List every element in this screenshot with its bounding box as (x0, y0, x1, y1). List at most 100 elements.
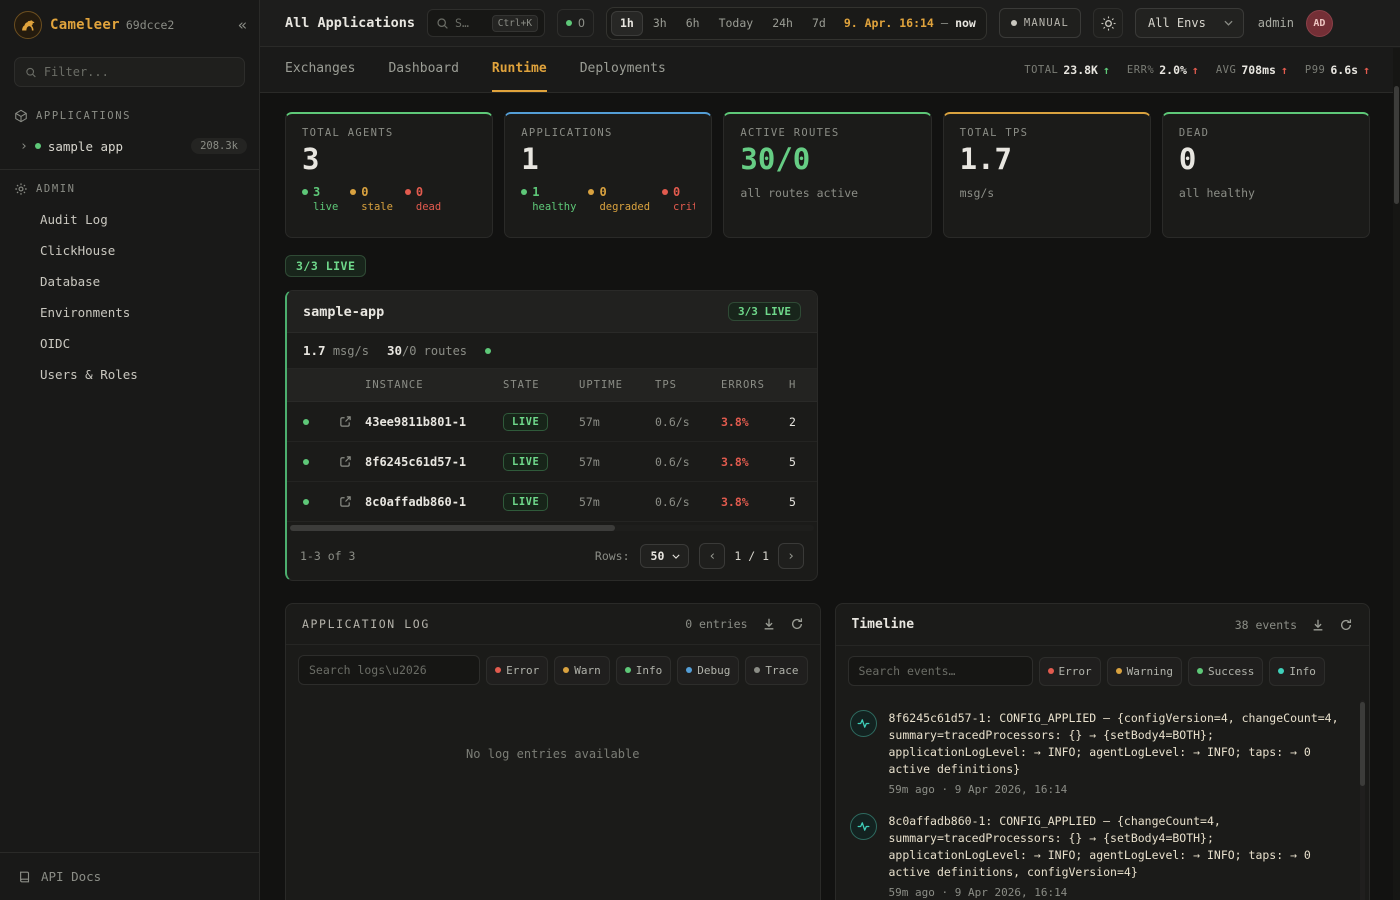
refresh-mode-manual-button[interactable]: MANUAL (999, 8, 1081, 38)
refresh-icon[interactable] (1339, 618, 1353, 632)
sidebar-item-clickhouse[interactable]: ClickHouse (0, 235, 259, 266)
timeline-events-count: 38 events (1235, 618, 1297, 632)
log-search-input[interactable] (298, 655, 480, 685)
range-1h[interactable]: 1h (611, 11, 643, 36)
log-filter-debug[interactable]: Debug (677, 656, 739, 685)
applications-cube-icon (14, 109, 28, 123)
metric-avg: AVG 708ms ↑ (1216, 63, 1288, 77)
log-empty-state: No log entries available (286, 695, 820, 900)
sidebar-item-sample-app[interactable]: › sample app 208.3k (0, 131, 259, 161)
sidebar-filter-field[interactable] (44, 65, 234, 79)
apps-critical-stat: 0 criti (662, 185, 695, 215)
applications-section-header: APPLICATIONS (0, 99, 259, 131)
log-filter-info[interactable]: Info (616, 656, 672, 685)
application-log-panel: APPLICATION LOG 0 entries (285, 603, 821, 900)
timeline-event[interactable]: 8f6245c61d57-1: CONFIG_APPLIED — {config… (850, 710, 1344, 796)
download-icon[interactable] (762, 617, 776, 631)
sidebar-item-audit-log[interactable]: Audit Log (0, 204, 259, 235)
range-separator: — (941, 16, 948, 30)
sidebar-item-oidc[interactable]: OIDC (0, 328, 259, 359)
tab-exchanges[interactable]: Exchanges (285, 47, 355, 92)
range-end-now[interactable]: now (955, 16, 976, 30)
next-page-button[interactable]: › (778, 543, 804, 569)
range-7d[interactable]: 7d (803, 11, 835, 36)
app-live-badge: 3/3 LIVE (728, 302, 801, 321)
download-icon[interactable] (1311, 618, 1325, 632)
range-start-datetime[interactable]: 9. Apr. 16:14 (844, 16, 934, 30)
sidebar-collapse-button[interactable]: « (238, 16, 247, 34)
tab-dashboard[interactable]: Dashboard (388, 47, 458, 92)
log-controls: Error Warn Info Debug Trace (286, 645, 820, 695)
refresh-icon[interactable] (790, 617, 804, 631)
instance-row[interactable]: 8f6245c61d57-1 LIVE 57m 0.6/s 3.8% 5 (287, 442, 817, 482)
online-status-chip[interactable]: O (557, 9, 594, 37)
user-avatar[interactable]: AD (1306, 10, 1333, 37)
sidebar-item-environments[interactable]: Environments (0, 297, 259, 328)
range-today[interactable]: Today (710, 11, 763, 36)
rows-per-page-label: Rows: (595, 549, 630, 563)
timeline-filter-info[interactable]: Info (1269, 657, 1325, 686)
sidebar-filter-input[interactable] (14, 57, 245, 87)
agents-stale-stat: 0 stale (350, 185, 393, 215)
rows-per-page-select[interactable]: 50 (640, 544, 690, 568)
time-range-picker: 1h 3h 6h Today 24h 7d 9. Apr. 16:14 — no… (606, 7, 987, 40)
log-filter-warn[interactable]: Warn (554, 656, 610, 685)
trend-up-icon: ↑ (1103, 63, 1110, 77)
tab-runtime[interactable]: Runtime (492, 47, 547, 92)
message-count-badge: 208.3k (191, 138, 247, 154)
global-search[interactable]: Ctrl+K (427, 9, 545, 37)
prev-page-button[interactable]: ‹ (699, 543, 725, 569)
timeline-filter-error[interactable]: Error (1039, 657, 1101, 686)
theme-toggle-button[interactable] (1093, 8, 1123, 38)
sidebar: Cameleer 69dcce2 « APPLICATIONS › sample… (0, 0, 260, 900)
timeline-panel: Timeline 38 events (835, 603, 1371, 900)
log-filter-error[interactable]: Error (486, 656, 548, 685)
timeline-search-input[interactable] (848, 656, 1033, 686)
scrollbar-thumb[interactable] (1360, 702, 1365, 786)
bottom-panels: APPLICATION LOG 0 entries (285, 603, 1370, 900)
range-6h[interactable]: 6h (677, 11, 709, 36)
trend-up-icon: ↑ (1281, 63, 1288, 77)
external-link-icon[interactable] (325, 455, 365, 468)
log-entries-count: 0 entries (685, 617, 747, 631)
topbar: All Applications Ctrl+K O 1h 3h 6h Today… (260, 0, 1400, 47)
tab-deployments[interactable]: Deployments (580, 47, 666, 92)
range-24h[interactable]: 24h (763, 11, 802, 36)
timeline-scrollbar[interactable] (1360, 700, 1365, 900)
admin-nav: Audit Log ClickHouse Database Environmen… (0, 204, 259, 390)
timeline-filter-warning[interactable]: Warning (1107, 657, 1182, 686)
log-filter-trace[interactable]: Trace (745, 656, 807, 685)
sidebar-divider (0, 169, 259, 170)
external-link-icon[interactable] (325, 495, 365, 508)
manual-label: MANUAL (1024, 17, 1069, 29)
scrollbar-thumb[interactable] (1394, 86, 1399, 204)
instance-status-dot (303, 499, 309, 505)
sidebar-item-users-roles[interactable]: Users & Roles (0, 359, 259, 390)
sidebar-app-label: sample app (48, 139, 123, 154)
gear-icon (14, 182, 28, 196)
page-scrollbar[interactable] (1393, 48, 1400, 900)
sidebar-filter (0, 49, 259, 99)
global-search-input[interactable] (455, 16, 486, 30)
sidebar-item-database[interactable]: Database (0, 266, 259, 297)
app-name: sample-app (303, 304, 384, 320)
sidebar-item-api-docs[interactable]: API Docs (14, 863, 245, 890)
horizontal-scrollbar[interactable] (290, 525, 814, 531)
scrollbar-thumb[interactable] (290, 525, 615, 531)
event-timestamp: 59m ago · 9 Apr 2026, 16:14 (889, 886, 1344, 899)
timeline-event[interactable]: 8c0affadb860-1: CONFIG_APPLIED — {change… (850, 813, 1344, 899)
app-card-header: sample-app 3/3 LIVE (287, 291, 817, 333)
range-3h[interactable]: 3h (644, 11, 676, 36)
metric-err: ERR% 2.0% ↑ (1127, 63, 1199, 77)
stat-card-active-routes: ACTIVE ROUTES 30/0 all routes active (723, 112, 931, 238)
stat-card-total-agents: TOTAL AGENTS 3 3 live 0 stale (285, 112, 493, 238)
agents-dead-stat: 0 dead (405, 185, 441, 215)
environments-dropdown[interactable]: All Envs (1135, 8, 1244, 38)
instance-row[interactable]: 8c0affadb860-1 LIVE 57m 0.6/s 3.8% 5 (287, 482, 817, 522)
main-area: All Applications Ctrl+K O 1h 3h 6h Today… (260, 0, 1400, 900)
instance-row[interactable]: 43ee9811b801-1 LIVE 57m 0.6/s 3.8% 2 (287, 402, 817, 442)
chevron-down-icon (1224, 20, 1233, 26)
metric-total: TOTAL 23.8K ↑ (1024, 63, 1110, 77)
timeline-filter-success[interactable]: Success (1188, 657, 1263, 686)
external-link-icon[interactable] (325, 415, 365, 428)
